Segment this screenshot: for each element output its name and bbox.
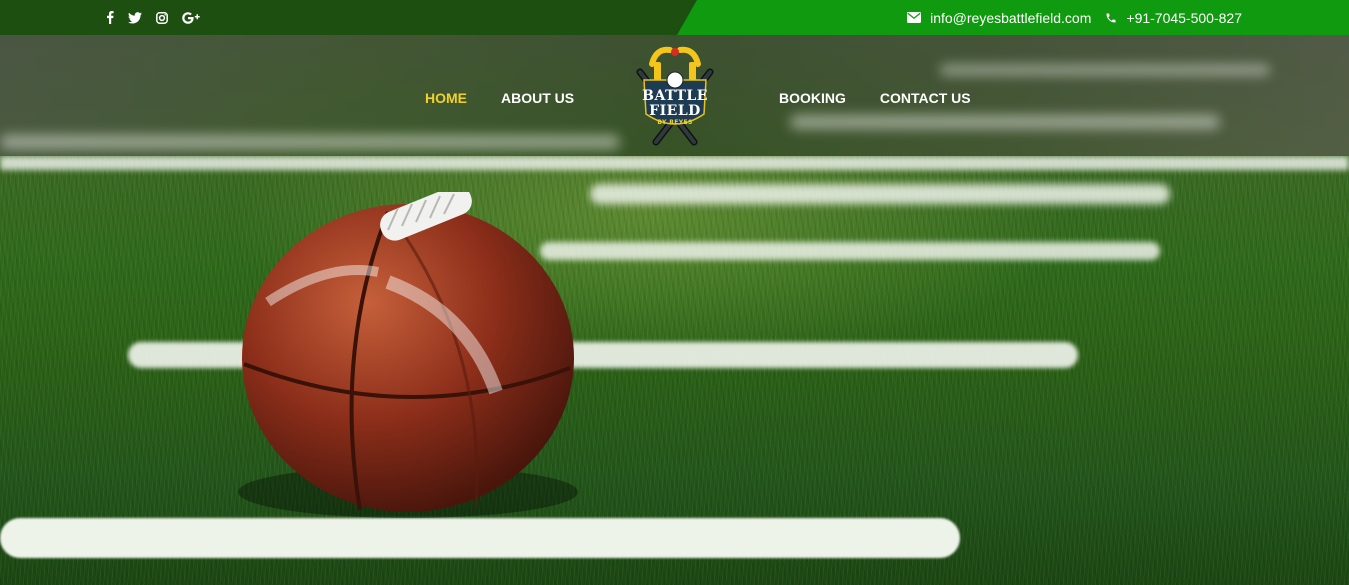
site-logo[interactable]: BATTLE FIELD BY REYES <box>634 44 716 146</box>
field-line <box>540 242 1160 260</box>
twitter-icon[interactable] <box>128 0 142 35</box>
nav-home[interactable]: HOME <box>425 90 467 106</box>
phone-contact[interactable]: +91-7045-500-827 <box>1105 10 1242 26</box>
header-bg-blur <box>940 65 1270 75</box>
social-links <box>106 0 215 35</box>
instagram-icon[interactable] <box>156 0 168 35</box>
field-line <box>0 156 1349 170</box>
phone-text[interactable]: +91-7045-500-827 <box>1126 10 1242 26</box>
nav-left: HOME ABOUT US <box>425 88 574 108</box>
nav-contact-us[interactable]: CONTACT US <box>880 90 971 106</box>
facebook-icon[interactable] <box>106 0 114 35</box>
header-bg-blur <box>0 135 620 149</box>
hero-banner <box>0 156 1349 585</box>
field-line <box>0 518 960 558</box>
phone-icon <box>1106 13 1116 22</box>
logo-text-battle: BATTLE <box>642 88 708 104</box>
top-bar: info@reyesbattlefield.com +91-7045-500-8… <box>0 0 1349 35</box>
football-image <box>238 192 578 518</box>
logo-text-by-reyes: BY REYES <box>657 119 693 126</box>
nav-right: BOOKING CONTACT US <box>779 88 971 108</box>
email-text[interactable]: info@reyesbattlefield.com <box>930 10 1091 26</box>
google-plus-icon[interactable] <box>182 0 201 35</box>
email-contact[interactable]: info@reyesbattlefield.com <box>907 10 1091 26</box>
header-bg-blur <box>790 115 1220 129</box>
nav-about-us[interactable]: ABOUT US <box>501 90 574 106</box>
top-contact-info: info@reyesbattlefield.com +91-7045-500-8… <box>907 0 1242 35</box>
envelope-icon <box>907 12 922 23</box>
logo-text-field: FIELD <box>649 103 701 119</box>
field-line <box>590 184 1170 204</box>
nav-booking[interactable]: BOOKING <box>779 90 846 106</box>
